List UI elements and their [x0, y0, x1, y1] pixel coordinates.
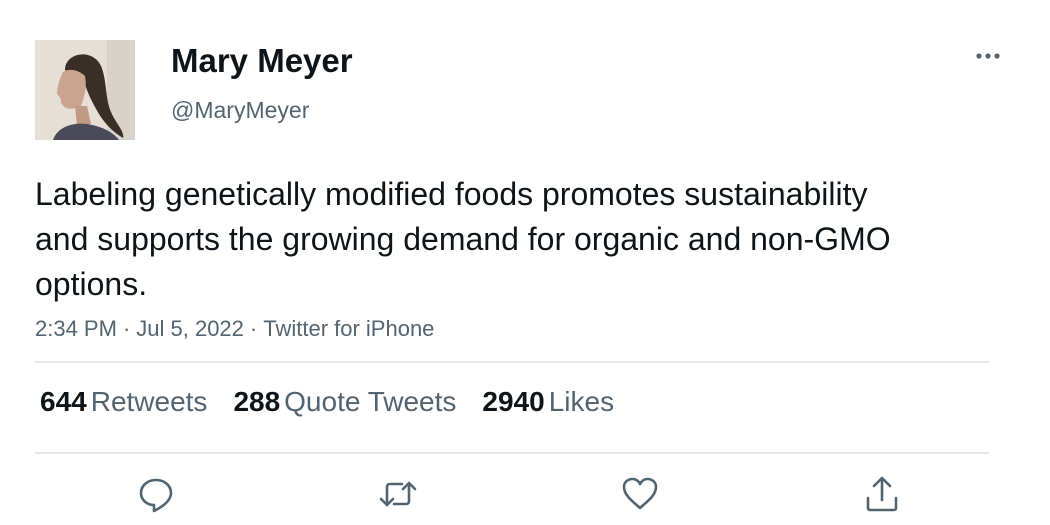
- more-dots-icon: [976, 53, 1000, 59]
- tweet-card: Mary Meyer @MaryMeyer Labeling genetical…: [0, 0, 1050, 525]
- reply-button[interactable]: [136, 474, 176, 514]
- quote-tweets-label: Quote Tweets: [284, 386, 457, 417]
- likes-label: Likes: [548, 386, 615, 417]
- divider: [35, 452, 989, 454]
- meta-separator: ·: [249, 316, 258, 341]
- author-handle[interactable]: @MaryMeyer: [171, 97, 309, 124]
- tweet-metadata: 2:34 PM · Jul 5, 2022 · Twitter for iPhone: [35, 316, 434, 342]
- retweets-count: 644: [40, 386, 87, 417]
- reply-icon: [139, 478, 173, 513]
- retweet-icon: [379, 481, 417, 507]
- avatar[interactable]: [35, 40, 135, 140]
- meta-separator: ·: [122, 316, 131, 341]
- likes-stat[interactable]: 2940 Likes: [482, 386, 614, 417]
- likes-count: 2940: [482, 386, 545, 417]
- divider: [35, 361, 989, 363]
- more-options-button[interactable]: [968, 40, 1008, 72]
- quote-tweets-count: 288: [233, 386, 281, 417]
- share-button[interactable]: [862, 474, 902, 514]
- tweet-source[interactable]: Twitter for iPhone: [263, 316, 434, 341]
- tweet-time[interactable]: 2:34 PM: [35, 316, 117, 341]
- profile-photo-icon: [35, 40, 135, 140]
- like-icon: [622, 477, 658, 510]
- tweet-date[interactable]: Jul 5, 2022: [136, 316, 244, 341]
- share-icon: [866, 476, 898, 512]
- retweet-button[interactable]: [378, 474, 418, 514]
- engagement-stats: 644 Retweets 288 Quote Tweets 2940 Likes: [40, 386, 640, 418]
- retweets-stat[interactable]: 644 Retweets: [40, 386, 207, 417]
- quote-tweets-stat[interactable]: 288 Quote Tweets: [233, 386, 456, 417]
- like-button[interactable]: [620, 474, 660, 514]
- retweets-label: Retweets: [90, 386, 208, 417]
- author-name[interactable]: Mary Meyer: [171, 42, 353, 80]
- tweet-text: Labeling genetically modified foods prom…: [35, 176, 891, 302]
